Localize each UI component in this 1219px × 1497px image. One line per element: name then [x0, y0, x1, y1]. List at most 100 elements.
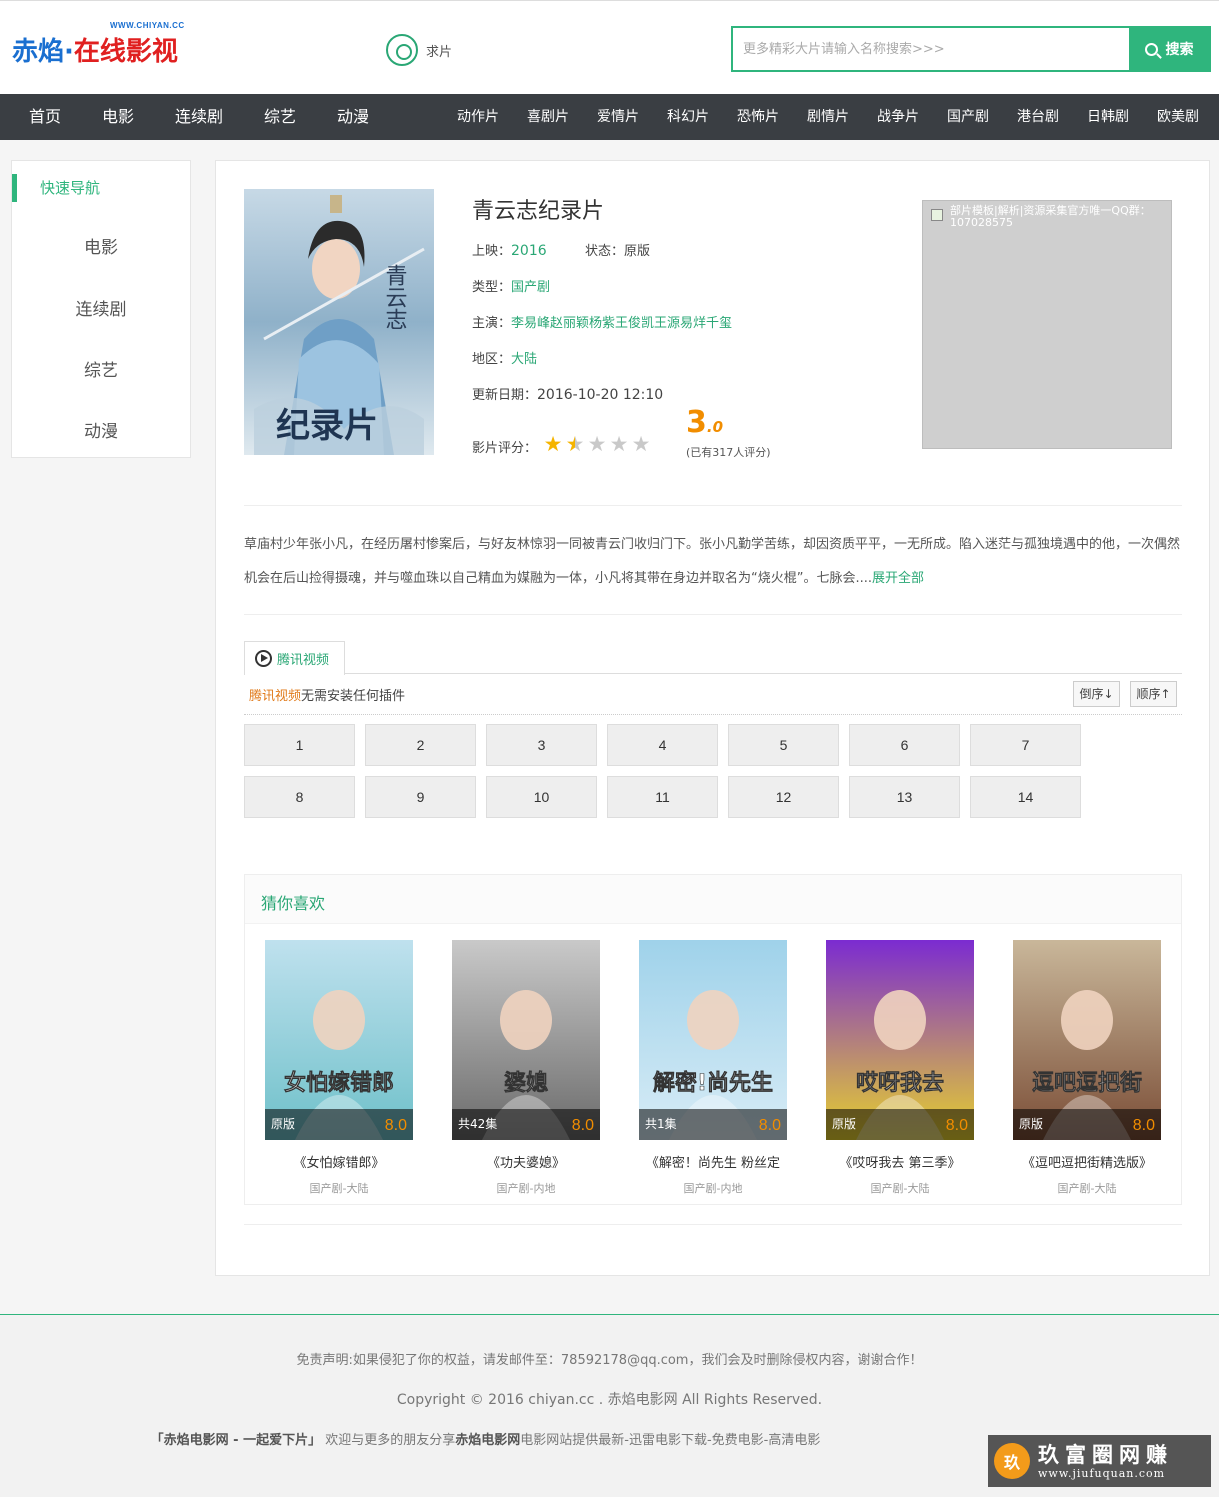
- site-header: WWW.CHIYAN.CC 赤焰·在线影视 求片 搜索: [0, 0, 1219, 94]
- movie-poster: 青云志 纪录片: [244, 189, 434, 455]
- recommend-meta: 国产剧-大陆: [1057, 1182, 1117, 1195]
- recommend-name[interactable]: 《解密！尚先生 粉丝定: [633, 1152, 793, 1171]
- episode-button[interactable]: 10: [486, 776, 597, 818]
- nav-genre-drama[interactable]: 剧情片: [807, 94, 849, 140]
- divider: [244, 505, 1182, 506]
- svg-text:女怕嫁错郎: 女怕嫁错郎: [284, 1070, 394, 1096]
- episode-button[interactable]: 9: [365, 776, 476, 818]
- nav-genre-western[interactable]: 欧美剧: [1157, 94, 1199, 140]
- svg-text:解密!尚先生: 解密!尚先生: [653, 1070, 773, 1096]
- expand-all-link[interactable]: 展开全部: [872, 571, 924, 586]
- recommend-name[interactable]: 《功夫婆媳》: [446, 1152, 606, 1171]
- nav-genre-horror[interactable]: 恐怖片: [737, 94, 779, 140]
- rating-score: 3.0: [686, 405, 724, 440]
- nav-genre-war[interactable]: 战争片: [877, 94, 919, 140]
- recommend-thumbnail[interactable]: 婆媳 共42集 8.0: [452, 940, 600, 1140]
- episode-button[interactable]: 1: [244, 724, 355, 766]
- recommend-card[interactable]: 逗吧逗把街 原版 8.0 《逗吧逗把街精选版》 国产剧-大陆: [1013, 940, 1161, 1196]
- nav-home[interactable]: 首页: [29, 94, 61, 140]
- footer-copyright: Copyright © 2016 chiyan.cc . 赤焰电影网 All R…: [396, 1392, 823, 1408]
- episode-button[interactable]: 7: [970, 724, 1081, 766]
- recommend-thumbnail[interactable]: 解密!尚先生 共1集 8.0: [639, 940, 787, 1140]
- rating-count: (已有317人评分): [686, 446, 771, 459]
- ad-placeholder[interactable]: 部片模板|解析|资源采集官方唯一QQ群：107028575: [922, 200, 1172, 449]
- episode-button[interactable]: 2: [365, 724, 476, 766]
- rating-stars[interactable]: ★ ★ ★ ★ ★: [542, 433, 652, 455]
- watermark-badge: 玖 玖富圈网赚 www.jiufuquan.com: [988, 1435, 1211, 1487]
- episode-button[interactable]: 6: [849, 724, 960, 766]
- star-icon[interactable]: ★: [564, 433, 586, 455]
- nav-genre-hktw[interactable]: 港台剧: [1017, 94, 1059, 140]
- nav-genre-domestic[interactable]: 国产剧: [947, 94, 989, 140]
- episode-button[interactable]: 11: [607, 776, 718, 818]
- recommend-meta: 国产剧-内地: [683, 1182, 743, 1195]
- star-icon[interactable]: ★: [542, 433, 564, 455]
- svg-text:哎呀我去: 哎呀我去: [856, 1071, 944, 1096]
- tab-underline: [244, 673, 1182, 674]
- recommend-name[interactable]: 《逗吧逗把街精选版》: [1007, 1152, 1167, 1171]
- sort-asc-button[interactable]: 顺序↑: [1130, 681, 1177, 707]
- watermark-url: www.jiufuquan.com: [1038, 1466, 1166, 1480]
- recommend-card[interactable]: 哎呀我去 原版 8.0 《哎呀我去 第三季》 国产剧-大陆: [826, 940, 974, 1196]
- search-input[interactable]: [733, 28, 1129, 70]
- nav-genre-jpkr[interactable]: 日韩剧: [1087, 94, 1129, 140]
- ad-text: 部片模板|解析|资源采集官方唯一QQ群：107028575: [950, 204, 1151, 229]
- recommend-status: 原版: [832, 1117, 857, 1131]
- recommend-name[interactable]: 《女怕嫁错郎》: [259, 1152, 419, 1171]
- recommend-card[interactable]: 解密!尚先生 共1集 8.0 《解密！尚先生 粉丝定 国产剧-内地: [639, 940, 787, 1196]
- recommend-status: 共42集: [458, 1117, 498, 1131]
- nav-genre-romance[interactable]: 爱情片: [597, 94, 639, 140]
- status-value: 原版: [623, 244, 650, 259]
- poster-caption: 纪录片: [276, 406, 378, 446]
- sidebar-item-variety[interactable]: 综艺: [12, 356, 190, 381]
- request-movie-link[interactable]: 求片: [386, 34, 452, 66]
- episode-button[interactable]: 12: [728, 776, 839, 818]
- type-row: 类型：国产剧: [472, 280, 551, 295]
- tab-tencent-video[interactable]: 腾讯视频: [244, 641, 345, 675]
- nav-movies[interactable]: 电影: [102, 94, 134, 140]
- nav-anime[interactable]: 动漫: [337, 94, 369, 140]
- nav-genre-scifi[interactable]: 科幻片: [667, 94, 709, 140]
- episode-button[interactable]: 3: [486, 724, 597, 766]
- nav-series[interactable]: 连续剧: [175, 94, 223, 140]
- episode-button[interactable]: 8: [244, 776, 355, 818]
- main-content: 青云志 纪录片 青云志纪录片 上映：2016 状态：原版 类型：国产剧 主演：李…: [215, 160, 1210, 1276]
- star-icon[interactable]: ★: [608, 433, 630, 455]
- region-link[interactable]: 大陆: [511, 352, 537, 367]
- svg-text:逗吧逗把街: 逗吧逗把街: [1032, 1070, 1142, 1096]
- footer-disclaimer: 免责声明:如果侵犯了你的权益，请发邮件至：78592178@qq.com，我们会…: [296, 1353, 923, 1368]
- watermark-text: 玖富圈网赚: [1038, 1441, 1173, 1467]
- episode-button[interactable]: 13: [849, 776, 960, 818]
- recommend-card[interactable]: 婆媳 共42集 8.0 《功夫婆媳》 国产剧-内地: [452, 940, 600, 1196]
- recommend-score: 8.0: [1132, 1117, 1155, 1134]
- logo-title: 赤焰·在线影视: [12, 37, 178, 67]
- sidebar-item-series[interactable]: 连续剧: [12, 295, 190, 320]
- nav-genre-comedy[interactable]: 喜剧片: [527, 94, 569, 140]
- poster-title-art: 青云志: [382, 264, 407, 330]
- sort-desc-button[interactable]: 倒序↓: [1073, 681, 1120, 707]
- dotted-divider: [244, 714, 1182, 715]
- recommend-thumbnail[interactable]: 逗吧逗把街 原版 8.0: [1013, 940, 1161, 1140]
- recommend-thumbnail[interactable]: 女怕嫁错郎 原版 8.0: [265, 940, 413, 1140]
- episode-button[interactable]: 4: [607, 724, 718, 766]
- recommend-status: 原版: [271, 1117, 296, 1131]
- recommend-score: 8.0: [571, 1117, 594, 1134]
- recommend-name[interactable]: 《哎呀我去 第三季》: [820, 1152, 980, 1171]
- movie-title: 青云志纪录片: [472, 199, 605, 224]
- release-year[interactable]: 2016: [511, 243, 547, 259]
- type-link[interactable]: 国产剧: [511, 280, 550, 295]
- episode-button[interactable]: 14: [970, 776, 1081, 818]
- nav-genre-action[interactable]: 动作片: [457, 94, 499, 140]
- episode-button[interactable]: 5: [728, 724, 839, 766]
- sidebar-item-movies[interactable]: 电影: [12, 233, 190, 258]
- search-button[interactable]: 搜索: [1129, 28, 1209, 70]
- search-bar: 搜索: [731, 26, 1211, 72]
- star-icon[interactable]: ★: [586, 433, 608, 455]
- nav-variety[interactable]: 综艺: [264, 94, 296, 140]
- sidebar-item-anime[interactable]: 动漫: [12, 417, 190, 442]
- recommend-section: 猜你喜欢 女怕嫁错郎 原版 8.0 《女怕嫁错郎》 国产剧-大陆 婆媳 共42集 8.0 《功夫…: [244, 874, 1182, 1205]
- recommend-card[interactable]: 女怕嫁错郎 原版 8.0 《女怕嫁错郎》 国产剧-大陆: [265, 940, 413, 1196]
- star-icon[interactable]: ★: [630, 433, 652, 455]
- recommend-thumbnail[interactable]: 哎呀我去 原版 8.0: [826, 940, 974, 1140]
- cast-link[interactable]: 李易峰赵丽颖杨紫王俊凯王源易烊千玺: [511, 316, 732, 331]
